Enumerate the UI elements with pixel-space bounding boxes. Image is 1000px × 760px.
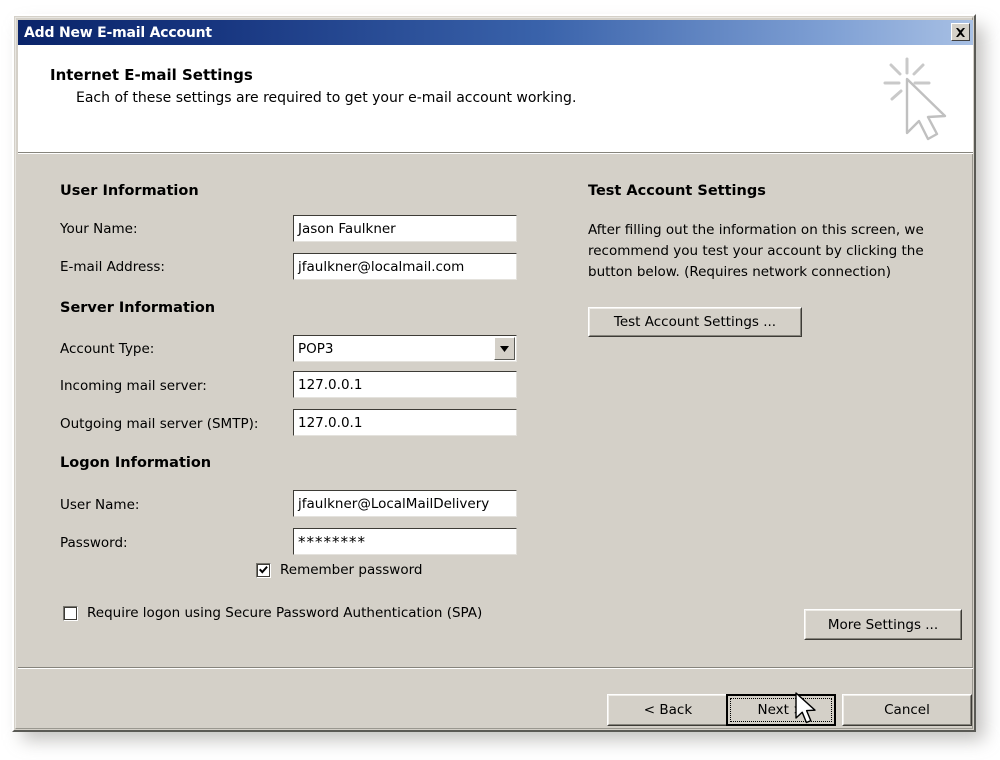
next-button[interactable]: Next >: [726, 694, 836, 726]
remember-password-label: Remember password: [280, 562, 423, 578]
label-user-name: User Name:: [60, 497, 140, 513]
title-bar: Add New E-mail Account: [18, 20, 973, 45]
footer-separator: [18, 667, 973, 669]
outgoing-mail-server-input[interactable]: 127.0.0.1: [293, 409, 517, 436]
spa-checkbox[interactable]: Require logon using Secure Password Auth…: [63, 605, 482, 621]
back-button[interactable]: < Back: [607, 694, 729, 726]
test-account-settings-button-label: Test Account Settings ...: [613, 314, 777, 330]
window-title: Add New E-mail Account: [24, 24, 212, 41]
page-title: Internet E-mail Settings: [50, 66, 253, 84]
user-name-input[interactable]: jfaulkner@LocalMailDelivery: [293, 490, 517, 517]
label-outgoing-mail-server: Outgoing mail server (SMTP):: [60, 416, 259, 432]
test-account-settings-button[interactable]: Test Account Settings ...: [588, 307, 802, 337]
password-input-value: ********: [294, 529, 516, 554]
label-your-name: Your Name:: [60, 221, 138, 237]
add-email-account-dialog: Add New E-mail Account Internet E-mail S…: [12, 14, 976, 732]
section-title-logon-information: Logon Information: [60, 455, 212, 471]
page-subtitle: Each of these settings are required to g…: [76, 90, 577, 106]
section-title-test-account-settings: Test Account Settings: [588, 183, 766, 199]
more-settings-button-label: More Settings ...: [827, 616, 939, 633]
email-address-input-value: jfaulkner@localmail.com: [294, 254, 516, 279]
label-incoming-mail-server: Incoming mail server:: [60, 378, 207, 394]
more-settings-button[interactable]: More Settings ...: [804, 609, 962, 640]
dialog-inner-frame: Add New E-mail Account Internet E-mail S…: [15, 17, 973, 729]
label-account-type: Account Type:: [60, 341, 155, 357]
spa-label: Require logon using Secure Password Auth…: [87, 605, 483, 621]
label-password: Password:: [60, 535, 128, 551]
chevron-down-icon[interactable]: [494, 337, 515, 360]
user-name-input-value: jfaulkner@LocalMailDelivery: [294, 491, 516, 516]
next-button-label: Next >: [757, 702, 805, 718]
cursor-sparkle-icon: [877, 51, 959, 143]
account-type-selected-value: POP3: [298, 340, 334, 357]
screen-root: Add New E-mail Account Internet E-mail S…: [0, 0, 1000, 760]
your-name-input-value: Jason Faulkner: [294, 216, 516, 241]
incoming-mail-server-value: 127.0.0.1: [294, 372, 516, 397]
your-name-input[interactable]: Jason Faulkner: [293, 215, 517, 242]
cancel-button-label: Cancel: [884, 702, 930, 718]
incoming-mail-server-input[interactable]: 127.0.0.1: [293, 371, 517, 398]
back-button-label: < Back: [643, 702, 693, 718]
test-account-description: After filling out the information on thi…: [588, 222, 924, 280]
password-input[interactable]: ********: [293, 528, 517, 555]
outgoing-mail-server-value: 127.0.0.1: [294, 410, 516, 435]
dialog-body: User Information Your Name: Jason Faulkn…: [18, 155, 973, 667]
checkbox-box-spa[interactable]: [63, 605, 78, 621]
account-type-dropdown[interactable]: POP3: [293, 335, 517, 362]
email-address-input[interactable]: jfaulkner@localmail.com: [293, 253, 517, 280]
section-title-server-information: Server Information: [60, 300, 216, 316]
header-separator: [18, 152, 973, 154]
dialog-header-band: Internet E-mail Settings Each of these s…: [18, 45, 973, 152]
label-email-address: E-mail Address:: [60, 259, 165, 275]
section-title-user-information: User Information: [60, 183, 199, 199]
close-x-icon: [955, 27, 966, 38]
remember-password-checkbox[interactable]: Remember password: [256, 562, 423, 578]
checkbox-box-remember-password[interactable]: [256, 562, 271, 578]
cancel-button[interactable]: Cancel: [842, 694, 972, 726]
close-button[interactable]: [951, 23, 970, 41]
